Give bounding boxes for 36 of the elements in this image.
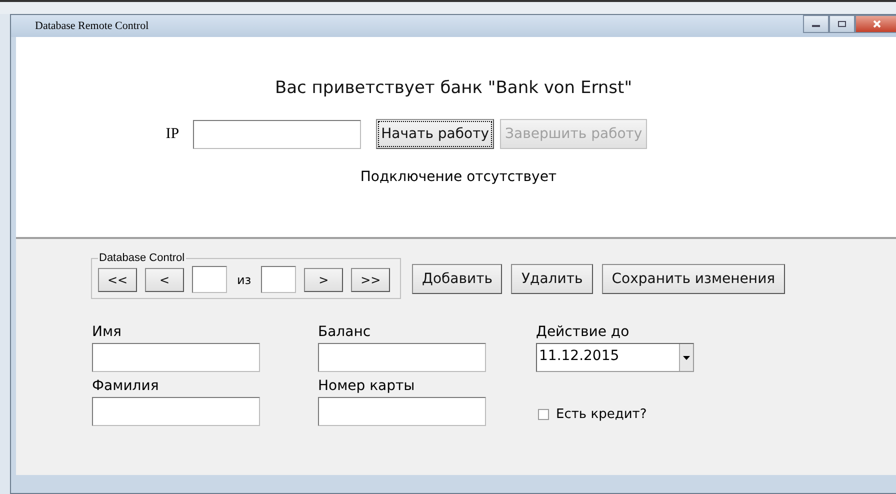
nav-button[interactable]: < — [145, 268, 184, 292]
maximize-button[interactable] — [829, 15, 855, 33]
nav-button[interactable]: << — [98, 268, 137, 292]
text-field[interactable] — [318, 397, 486, 426]
close-button[interactable] — [855, 15, 896, 33]
action-button[interactable]: Сохранить изменения — [602, 264, 786, 294]
field-label: Фамилия — [92, 378, 159, 394]
field-label: Имя — [92, 324, 122, 340]
dropdown-arrow-icon — [683, 356, 690, 360]
ip-input-field[interactable] — [193, 120, 362, 148]
text-field[interactable] — [318, 343, 486, 372]
connection-button: Завершить работу — [500, 119, 648, 149]
field-label: Номер карты — [318, 378, 415, 394]
minimize-button[interactable] — [803, 15, 829, 33]
text-field[interactable] — [92, 397, 260, 426]
group-title: Database Control — [98, 252, 186, 264]
of-label: из — [237, 272, 252, 286]
field-label: Баланс — [318, 324, 371, 340]
record-field[interactable] — [192, 266, 227, 293]
connection-button[interactable]: Начать работу — [376, 119, 494, 149]
field-label: Действие до — [536, 324, 630, 340]
action-button[interactable]: Добавить — [412, 264, 502, 294]
connection-status: Подключение отсутствует — [360, 169, 557, 185]
maximize-icon — [837, 20, 847, 28]
record-field[interactable] — [261, 266, 296, 293]
checkbox[interactable] — [538, 409, 549, 420]
welcome-heading: Вас приветствует банк "Bank von Ernst" — [274, 78, 632, 98]
nav-button[interactable]: >> — [351, 268, 390, 292]
window-title: Database Remote Control — [35, 20, 149, 32]
ip-label: IP — [166, 126, 180, 142]
date-dropdown[interactable]: 11.12.2015 — [536, 343, 694, 372]
action-button[interactable]: Удалить — [511, 264, 593, 294]
checkbox-label: Есть кредит? — [556, 407, 647, 422]
text-field[interactable] — [92, 343, 260, 372]
close-icon — [872, 20, 882, 28]
nav-button[interactable]: > — [304, 268, 344, 292]
